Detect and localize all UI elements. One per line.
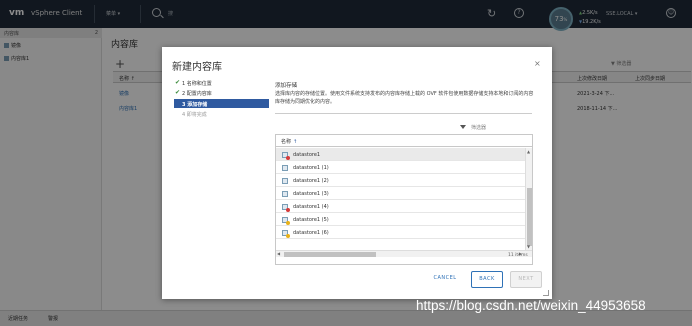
step-label: 3 添加存储 xyxy=(182,102,208,108)
datastore-row[interactable]: datastore1 (6) xyxy=(276,226,525,239)
wizard-step-name-location[interactable]: ✔ 1 名称和位置 xyxy=(174,78,269,87)
divider xyxy=(275,113,532,114)
section-description: 选择库内容的存储位置。使用文件系统支持发布的内容库存储上载的 OVF 软件包使用… xyxy=(275,91,534,105)
datastore-name: datastore1 (5) xyxy=(293,217,329,223)
datastore-row[interactable]: datastore1 (4) xyxy=(276,200,525,213)
watermark-url: https://blog.csdn.net/weixin_44953658 xyxy=(416,298,646,313)
next-button[interactable]: NEXT xyxy=(510,271,542,288)
datastore-name: datastore1 xyxy=(293,152,321,158)
wizard-step-ready: 4 即将完成 xyxy=(174,109,269,118)
wizard-step-configure[interactable]: ✔ 2 配置内容库 xyxy=(174,88,269,97)
step-label: 4 即将完成 xyxy=(182,112,207,118)
datastore-error-icon xyxy=(282,204,290,212)
dialog-title: 新建内容库 xyxy=(172,62,222,73)
item-count: 11 items xyxy=(508,253,528,258)
step-label: 2 配置内容库 xyxy=(182,91,212,97)
scroll-down-icon[interactable]: ▼ xyxy=(527,244,530,249)
datastore-row[interactable]: datastore1 xyxy=(276,148,525,161)
datastore-name: datastore1 (2) xyxy=(293,178,329,184)
cancel-button[interactable]: CANCEL xyxy=(430,271,460,288)
check-icon: ✔ xyxy=(175,79,181,86)
datastore-icon xyxy=(282,191,288,197)
grid-header[interactable]: 名称 ↑ xyxy=(276,135,532,147)
wizard-step-add-storage[interactable]: 3 添加存储 xyxy=(174,99,269,108)
new-library-dialog: 新建内容库 × ✔ 1 名称和位置 ✔ 2 配置内容库 3 添加存储 4 即将完成 … xyxy=(162,47,552,299)
datastore-grid: 名称 ↑ datastore1 datastore1 (1) datastore1… xyxy=(275,134,533,265)
datastore-row[interactable]: datastore1 (2) xyxy=(276,174,525,187)
datastore-name: datastore1 (1) xyxy=(293,165,329,171)
scroll-thumb[interactable] xyxy=(527,188,532,246)
datastore-row[interactable]: datastore1 (1) xyxy=(276,161,525,174)
vertical-scrollbar[interactable]: ▲ ▼ xyxy=(525,148,532,250)
datastore-error-icon xyxy=(282,152,290,160)
datastore-icon xyxy=(282,165,288,171)
scroll-up-icon[interactable]: ▲ xyxy=(527,149,530,154)
back-button[interactable]: BACK xyxy=(471,271,503,288)
datastore-row[interactable]: datastore1 (3) xyxy=(276,187,525,200)
filter-label: 筛选器 xyxy=(471,125,487,131)
filter-icon xyxy=(460,125,466,129)
close-icon[interactable]: × xyxy=(534,59,541,68)
datastore-warning-icon xyxy=(282,230,290,238)
datastore-name: datastore1 (6) xyxy=(293,230,329,236)
sort-ascending-icon: ↑ xyxy=(293,139,298,145)
resize-handle[interactable] xyxy=(543,290,549,296)
datastore-name: datastore1 (4) xyxy=(293,204,329,210)
datastore-row[interactable]: datastore1 (5) xyxy=(276,213,525,226)
section-title: 添加存储 xyxy=(275,83,298,89)
column-name: 名称 xyxy=(281,139,292,145)
datastore-icon xyxy=(282,178,288,184)
horizontal-scrollbar[interactable]: ◀ ▶ xyxy=(276,250,532,257)
datastore-warning-icon xyxy=(282,217,290,225)
step-label: 1 名称和位置 xyxy=(182,81,212,87)
datastore-filter[interactable]: 筛选器 xyxy=(460,124,486,131)
check-icon: ✔ xyxy=(175,89,181,96)
datastore-name: datastore1 (3) xyxy=(293,191,329,197)
scroll-left-icon[interactable]: ◀ xyxy=(277,251,280,256)
scroll-thumb[interactable] xyxy=(284,252,376,257)
